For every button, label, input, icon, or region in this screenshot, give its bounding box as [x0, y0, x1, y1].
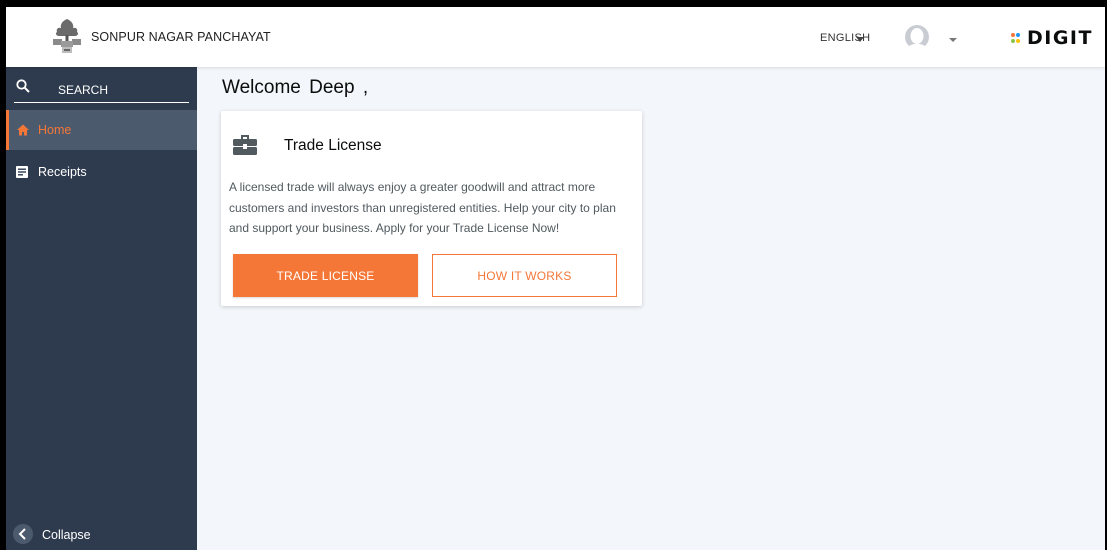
welcome-heading: Welcome Deep ,: [222, 77, 369, 98]
home-icon: [17, 124, 29, 136]
briefcase-icon: [233, 135, 257, 155]
chevron-left-icon: [13, 524, 33, 544]
search-icon: [16, 79, 30, 93]
sidebar-item-receipts[interactable]: Receipts: [6, 152, 197, 192]
sidebar-item-home[interactable]: Home: [6, 110, 197, 150]
sidebar-search[interactable]: SEARCH: [6, 67, 197, 105]
how-it-works-button[interactable]: HOW IT WORKS: [432, 254, 617, 297]
digit-logo: DIGIT: [1011, 26, 1093, 50]
brand-name: DIGIT: [1027, 27, 1093, 49]
sidebar-item-label: Receipts: [38, 165, 87, 179]
card-description: A licensed trade will always enjoy a gre…: [229, 180, 616, 235]
search-label: SEARCH: [58, 83, 109, 97]
receipt-icon: [16, 166, 28, 178]
top-header: SONPUR NAGAR PANCHAYAT ENGLISH DIGIT: [6, 7, 1105, 67]
trade-license-card: Trade License A licensed trade will alwa…: [221, 111, 642, 306]
card-title: Trade License: [284, 137, 382, 154]
collapse-label: Collapse: [42, 528, 91, 542]
language-dropdown-icon[interactable]: [856, 37, 864, 42]
search-underline: [14, 102, 189, 103]
collapse-button[interactable]: Collapse: [6, 521, 197, 550]
digit-dots-icon: [1011, 31, 1023, 45]
sidebar-item-label: Home: [38, 123, 72, 137]
sidebar: SEARCH Home Receipts Collapse: [6, 67, 197, 550]
trade-license-button[interactable]: TRADE LICENSE: [233, 254, 418, 297]
profile-dropdown-icon[interactable]: [949, 38, 957, 42]
user-avatar-icon[interactable]: [905, 25, 929, 49]
city-name: SONPUR NAGAR PANCHAYAT: [91, 30, 271, 44]
app-window: SONPUR NAGAR PANCHAYAT ENGLISH DIGIT SEA…: [6, 7, 1105, 550]
city-logo: [50, 17, 84, 55]
